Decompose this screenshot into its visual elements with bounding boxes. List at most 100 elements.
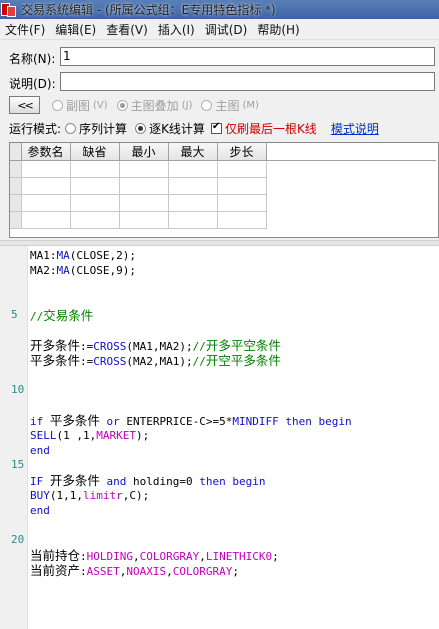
code-token: BUY [30,489,50,502]
code-token: 开多条件 [49,473,100,488]
subchart-radio[interactable] [52,99,63,111]
code-token: COLORGRAY [172,565,233,578]
code-token: or [106,415,127,428]
code-token: , [166,565,173,578]
line-number: 5 [11,308,18,321]
code-line[interactable]: SELL(1 ,1,MARKET); [30,428,149,443]
code-token: and [106,475,134,488]
code-editor[interactable]: 5 10 15 20 MA1:MA(CLOSE,2); MA2:MA(CLOSE,… [0,246,439,629]
code-token: NOAXIS [126,565,167,578]
code-token: LINETHICK0 [205,550,273,563]
code-line[interactable]: //交易条件 [30,308,93,324]
code-token: (MA1,MA2); [126,340,193,353]
code-token: MA [56,249,70,262]
code-token: (MA2,MA1); [126,355,193,368]
table-row[interactable] [10,194,436,212]
menu-bar: 文件(F) 编辑(E) 查看(V) 插入(I) 调试(D) 帮助(H) [0,19,439,40]
name-label: 名称(N): [9,52,56,66]
code-token: SELL [30,429,57,442]
line-number: 10 [11,383,25,396]
option-main-overlay[interactable]: 主图叠加 (J) [116,97,192,114]
code-token: IF [30,475,50,488]
code-token: 当前资产: [30,563,87,578]
code-line[interactable]: 当前持仓:HOLDING,COLORGRAY,LINETHICK0; [30,548,279,564]
chart-placement-row: << 副图 (V) 主图叠加 (J) 主图 (M) [0,94,439,116]
main-overlay-radio[interactable] [116,99,128,111]
run-mode-row: 运行模式: 序列计算 逐K线计算 仅刷最后一根K线 模式说明 [0,118,439,138]
code-token: 开多条件:= [30,338,94,353]
code-line[interactable]: end [30,503,50,518]
code-token: 平多条件 [49,413,100,428]
code-token: ; [232,565,239,578]
code-token: MARKET [96,429,136,442]
row-header-corner [10,143,22,161]
code-line[interactable]: MA1:MA(CLOSE,2); [30,248,136,263]
main-chart-radio[interactable] [201,99,213,111]
code-line[interactable]: MA2:MA(CLOSE,9); [30,263,136,278]
menu-insert[interactable]: 插入(I) [153,21,200,38]
code-token: 平多条件:= [30,353,94,368]
menu-help[interactable]: 帮助(H) [252,21,304,38]
mode-help-link[interactable]: 模式说明 [331,120,379,137]
sequential-radio[interactable] [65,122,77,134]
code-line[interactable]: if 平多条件 or ENTERPRICE-C>=5*MINDIFF then … [30,413,352,429]
code-token: ); [136,429,150,442]
col-param-name[interactable]: 参数名 [21,143,71,161]
code-token: (CLOSE,2); [69,249,136,262]
collapse-button[interactable]: << [9,96,40,114]
menu-file[interactable]: 文件(F) [0,21,50,38]
code-token: CROSS [93,355,127,368]
code-token: MINDIFF [232,415,286,428]
desc-input[interactable] [60,72,435,91]
code-line[interactable]: IF 开多条件 and holding=0 then begin [30,473,265,489]
params-table: 参数名 缺省 最小 最大 步长 [9,142,439,238]
code-token: COLORGRAY [139,550,200,563]
col-step[interactable]: 步长 [217,143,267,161]
code-token: MA [56,264,70,277]
last-bar-checkbox[interactable] [210,121,222,134]
desc-label: 说明(D): [9,77,56,91]
window-title: 交易系统编辑 - (所属公式组：E专用特色指标 *) [21,3,276,17]
code-token: ASSET [86,565,120,578]
menu-edit[interactable]: 编辑(E) [50,21,101,38]
col-max[interactable]: 最大 [168,143,218,161]
code-token: HOLDING [86,550,133,563]
code-token: if [30,415,50,428]
code-token: ENTERPRICE-C>=5* [126,415,233,428]
last-bar-option[interactable]: 仅刷最后一根K线 [210,120,317,137]
code-token: MA2: [30,264,57,277]
table-row[interactable] [10,160,436,178]
code-line[interactable]: 平多条件:=CROSS(MA2,MA1);//开空平多条件 [30,353,281,369]
code-token: ; [272,550,279,563]
col-min[interactable]: 最小 [119,143,169,161]
code-token: //开空平多条件 [192,353,281,368]
code-token: end [30,504,50,517]
menu-view[interactable]: 查看(V) [101,21,153,38]
code-token: , [199,550,206,563]
code-token: CROSS [93,340,127,353]
table-row[interactable] [10,177,436,195]
table-row[interactable] [10,211,436,229]
code-line[interactable]: end [30,443,50,458]
code-line[interactable]: 开多条件:=CROSS(MA1,MA2);//开多平空条件 [30,338,281,354]
code-token: 当前持仓: [30,548,87,563]
table-filler [266,143,436,161]
mode-sequential[interactable]: 序列计算 [65,120,127,137]
per-bar-radio[interactable] [135,122,147,134]
code-line[interactable]: 当前资产:ASSET,NOAXIS,COLORGRAY; [30,563,239,579]
menu-debug[interactable]: 调试(D) [200,21,253,38]
name-input[interactable]: 1 [60,47,435,66]
table-header-row: 参数名 缺省 最小 最大 步长 [10,143,436,161]
code-line[interactable]: BUY(1,1,limitr,C); [30,488,149,503]
line-gutter: 5 10 15 20 [0,246,28,629]
option-subchart[interactable]: 副图 (V) [52,97,108,114]
code-token: then begin [285,415,352,428]
title-bar: 交易系统编辑 - (所属公式组：E专用特色指标 *) [0,0,439,19]
code-token: MA1: [30,249,57,262]
line-number: 20 [11,533,25,546]
run-mode-label: 运行模式: [9,121,62,136]
option-main-chart[interactable]: 主图 (M) [201,97,259,114]
col-default[interactable]: 缺省 [70,143,120,161]
mode-per-bar[interactable]: 逐K线计算 [135,120,205,137]
code-token: end [30,444,50,457]
